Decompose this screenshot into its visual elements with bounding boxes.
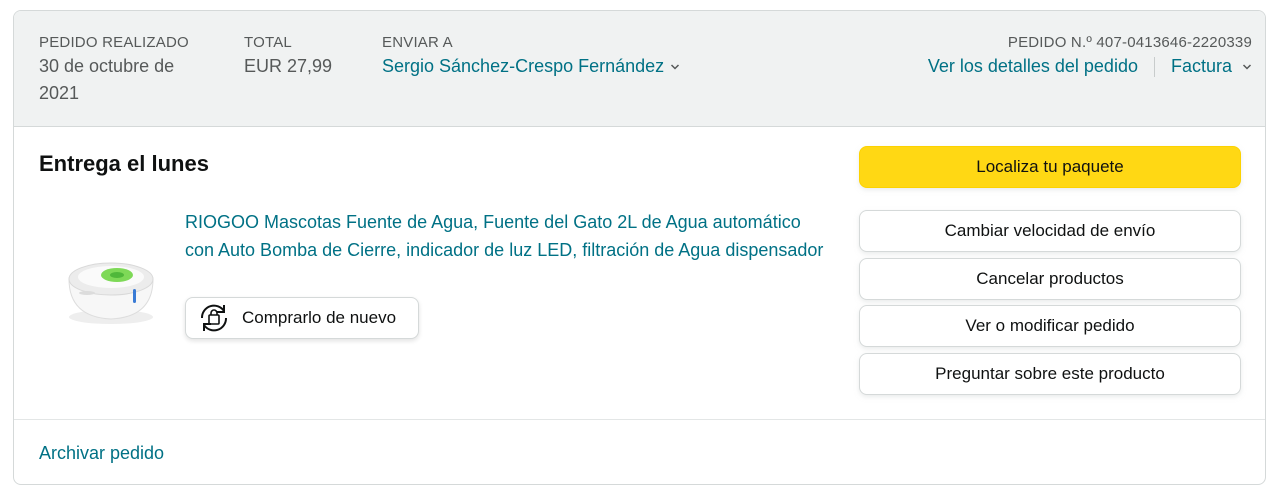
invoice-label: Factura	[1170, 56, 1232, 76]
link-divider	[1153, 57, 1155, 78]
archive-order-link[interactable]: Archivar pedido	[39, 441, 164, 465]
buy-again-icon	[200, 304, 228, 332]
ship-to-recipient-name: Sergio Sánchez-Crespo Fernández	[382, 56, 665, 76]
order-header: PEDIDO REALIZADO 30 de octubre de 2021 T…	[14, 11, 1265, 127]
ship-to-label: ENVIAR A	[382, 34, 453, 51]
order-card: PEDIDO REALIZADO 30 de octubre de 2021 T…	[13, 10, 1266, 485]
delivery-status-title: Entrega el lunes	[39, 151, 209, 176]
order-total-value: EUR 27,99	[244, 56, 333, 76]
order-placed-label: PEDIDO REALIZADO	[39, 34, 189, 51]
order-placed-date: 30 de octubre de	[39, 56, 175, 76]
ship-to-recipient-link[interactable]: Sergio Sánchez-Crespo Fernández	[382, 53, 680, 80]
order-header-links: Ver los detalles del pedido Factura	[928, 53, 1252, 80]
buy-again-label: Comprarlo de nuevo	[242, 308, 397, 327]
ship-to-column: ENVIAR A Sergio Sánchez-Crespo Fernández	[382, 33, 680, 80]
pet-water-fountain-image[interactable]	[59, 231, 163, 335]
invoice-dropdown[interactable]: Factura	[1171, 56, 1252, 76]
order-total-column: TOTAL EUR 27,99	[244, 33, 332, 80]
footer-divider	[14, 419, 1265, 420]
ask-about-product-button[interactable]: Preguntar sobre este producto	[859, 353, 1241, 395]
order-total-label: TOTAL	[244, 34, 292, 51]
cancel-items-button[interactable]: Cancelar productos	[859, 258, 1241, 300]
chevron-down-icon	[1242, 64, 1252, 70]
view-modify-order-button[interactable]: Ver o modificar pedido	[859, 305, 1241, 347]
product-title-link[interactable]: RIOGOO Mascotas Fuente de Agua, Fuente d…	[185, 208, 825, 264]
order-number-label: PEDIDO N.º 407-0413646-2220339	[1007, 34, 1252, 51]
chevron-down-icon	[671, 64, 680, 70]
order-details-link[interactable]: Ver los detalles del pedido	[928, 56, 1138, 76]
change-shipping-speed-button[interactable]: Cambiar velocidad de envío	[859, 210, 1241, 252]
buy-again-button[interactable]: Comprarlo de nuevo	[185, 297, 419, 339]
track-package-button[interactable]: Localiza tu paquete	[859, 146, 1241, 188]
order-placed-column: PEDIDO REALIZADO 30 de octubre de 2021	[39, 33, 189, 107]
order-placed-year: 2021	[39, 83, 80, 103]
order-number-column: PEDIDO N.º 407-0413646-2220339 Ver los d…	[928, 33, 1252, 80]
